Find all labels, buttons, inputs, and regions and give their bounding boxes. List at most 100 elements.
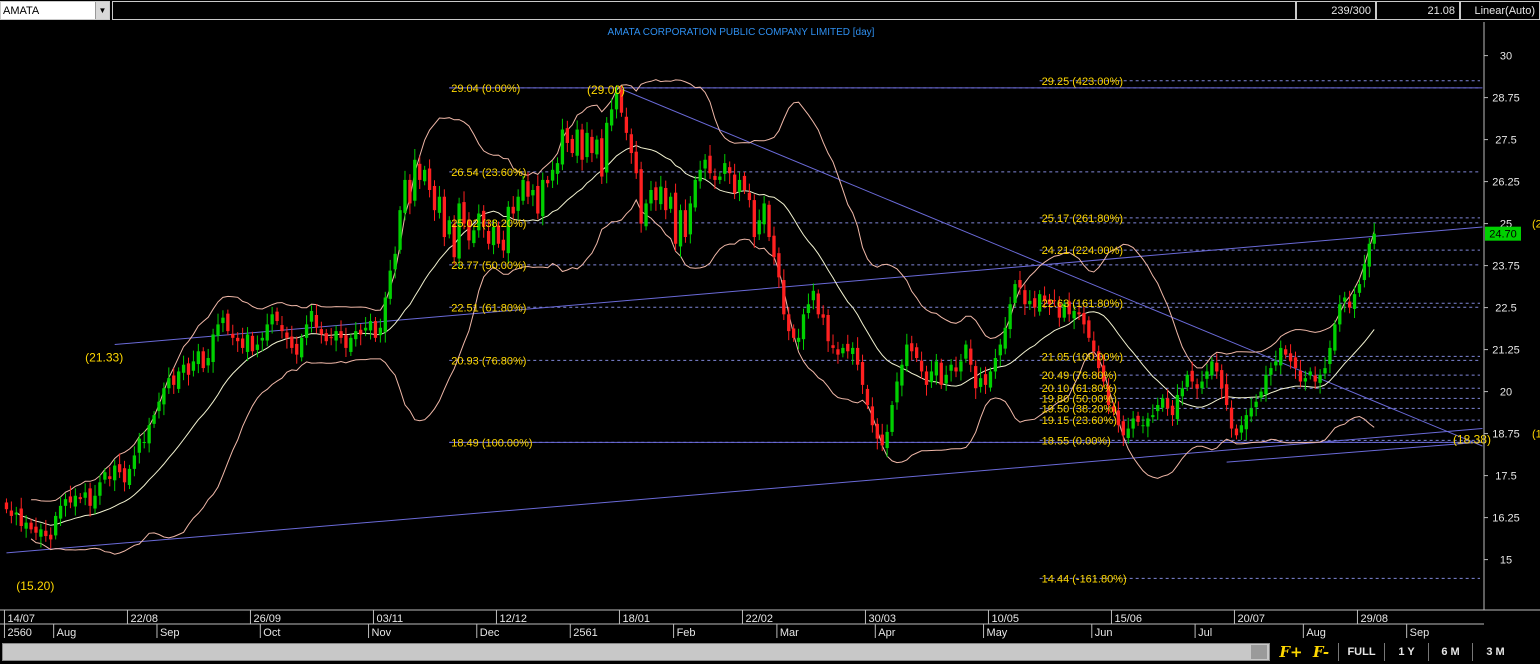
month-tick-label: Aug	[1306, 627, 1326, 639]
candle-body	[580, 129, 584, 160]
candle-body	[880, 434, 884, 446]
fib-level-label: 23.77 (50.00%)	[451, 260, 526, 272]
candle-body	[211, 334, 215, 363]
candle-body	[1087, 320, 1091, 338]
zoom-out-button[interactable]: F-	[1306, 643, 1336, 661]
candle-body	[1328, 347, 1332, 365]
candle-body	[127, 468, 132, 486]
candle-body	[304, 324, 309, 338]
candle-body	[93, 495, 97, 509]
candle-body	[349, 337, 353, 352]
chart-title: AMATA CORPORATION PUBLIC COMPANY LIMITED…	[608, 27, 875, 38]
chevron-down-icon[interactable]: ▼	[95, 2, 109, 19]
zoom-in-button[interactable]: F+	[1276, 643, 1306, 661]
candle-body	[629, 134, 633, 154]
candle-body	[831, 345, 835, 348]
candle-body	[83, 492, 87, 498]
candle-body	[506, 206, 510, 254]
candle-body	[1372, 233, 1376, 244]
date-tick-label: 10/05	[991, 613, 1019, 625]
six-month-button[interactable]: 6 M	[1428, 643, 1472, 661]
candle-body	[1210, 361, 1214, 376]
candle-body	[19, 508, 23, 526]
candle-body	[516, 196, 520, 211]
candle-body	[910, 343, 914, 352]
candle-body	[113, 465, 117, 481]
candle-body	[1313, 375, 1317, 382]
trendline	[6, 428, 1483, 554]
fib-level-label: 22.63 (161.80%)	[1042, 298, 1123, 310]
candle-body	[718, 176, 722, 180]
fib-level-label: 14.44 (-161.80%)	[1042, 573, 1127, 585]
month-tick-label: 2561	[573, 627, 597, 639]
candle-body	[708, 155, 712, 174]
candle-body	[14, 512, 18, 515]
candle-body	[162, 388, 166, 405]
y-tick-label: 17.5	[1495, 471, 1516, 483]
candle-body	[34, 526, 38, 533]
candle-body	[300, 337, 304, 358]
candle-body	[703, 159, 707, 169]
one-year-button[interactable]: 1 Y	[1384, 643, 1428, 661]
scale-mode[interactable]: Linear(Auto)	[1460, 1, 1540, 20]
candle-body	[846, 343, 850, 352]
candle-body	[821, 314, 825, 318]
price-chart[interactable]: 29.04 (0.00%) 26.54 (23.60%) 25.02 (38.20%…	[0, 22, 1540, 640]
full-range-button[interactable]: FULL	[1338, 643, 1384, 661]
candle-body	[983, 374, 988, 385]
candle-body	[265, 324, 269, 341]
last-price: 21.08	[1376, 1, 1460, 20]
candle-body	[413, 159, 417, 201]
candle-body	[177, 371, 181, 389]
candle-body	[737, 179, 742, 193]
month-tick-label: Dec	[480, 627, 500, 639]
trendline	[114, 226, 1483, 346]
month-tick-label: Sep	[160, 627, 180, 639]
candle-body	[747, 192, 752, 201]
candle-body	[1072, 310, 1076, 319]
candle-body	[767, 204, 771, 238]
candle-body	[1367, 243, 1371, 267]
date-tick-label: 12/12	[499, 613, 527, 625]
candle-body	[1254, 401, 1258, 408]
candle-body	[457, 203, 461, 259]
horizontal-scrollbar[interactable]	[2, 643, 1270, 661]
candle-body	[437, 196, 442, 213]
candle-body	[280, 325, 284, 332]
month-tick-label: Mar	[780, 627, 799, 639]
candle-body	[1293, 357, 1298, 369]
candle-body	[521, 179, 525, 201]
scrollbar-thumb[interactable]	[1251, 645, 1267, 659]
candle-body	[1013, 284, 1017, 303]
candle-body	[1333, 324, 1337, 351]
candle-body	[1220, 370, 1224, 389]
month-tick-label: Jul	[1198, 627, 1212, 639]
month-tick-label: May	[987, 627, 1008, 639]
candle-body	[801, 314, 806, 340]
candle-body	[54, 515, 58, 536]
candle-body	[1077, 312, 1081, 315]
candle-body	[226, 313, 230, 332]
edge-label: (2	[1532, 219, 1540, 231]
candle-body	[777, 253, 781, 278]
candle-body	[683, 210, 688, 238]
symbol-select[interactable]: AMATA ▼	[0, 1, 110, 20]
candle-body	[1323, 368, 1327, 374]
candle-body	[186, 363, 191, 375]
three-month-button[interactable]: 3 M	[1472, 643, 1518, 661]
price-annotation: (18.38)	[1453, 433, 1491, 447]
candle-body	[600, 138, 604, 177]
candle-body	[634, 151, 638, 174]
candle-body	[403, 179, 407, 213]
candle-body	[1008, 304, 1012, 330]
candle-body	[201, 351, 205, 369]
price-axis: 3028.7527.526.252523.7522.521.252018.751…	[1483, 22, 1540, 610]
y-tick-label: 18.75	[1492, 429, 1520, 441]
candle-body	[157, 401, 161, 412]
candle-body	[565, 128, 569, 143]
candle-body	[1244, 415, 1248, 430]
candle-body	[669, 196, 673, 209]
candle-body	[939, 362, 943, 385]
fib-level-label: 19.15 (23.60%)	[1042, 415, 1117, 427]
candle-body	[354, 331, 358, 340]
